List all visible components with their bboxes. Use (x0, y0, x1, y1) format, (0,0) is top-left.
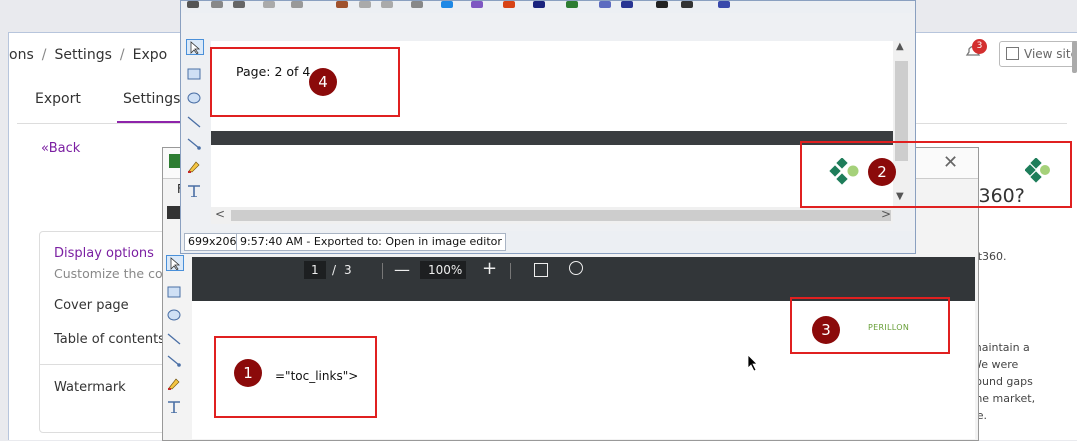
annotation-box-2 (800, 141, 1072, 208)
view-site-button[interactable]: View site (999, 41, 1077, 67)
current-page[interactable]: 1 (311, 263, 319, 277)
drawing-tools (162, 252, 188, 439)
text-tool-icon[interactable] (186, 183, 202, 197)
tool-icon[interactable] (503, 1, 515, 8)
drawing-tools (183, 37, 205, 232)
chevron-right-icon[interactable]: > (881, 207, 891, 221)
annotation-box-4 (210, 47, 400, 117)
canvas-page-area[interactable] (211, 145, 893, 207)
text-tool-icon[interactable] (166, 399, 182, 413)
zoom-in-button[interactable]: + (482, 258, 497, 279)
tool-icon[interactable] (411, 1, 423, 8)
tool-icon[interactable] (533, 1, 545, 8)
notification-badge: 3 (972, 39, 987, 54)
tool-icon[interactable] (211, 1, 223, 8)
tool-icon[interactable] (263, 1, 275, 8)
breadcrumb-item[interactable]: Expo (133, 47, 168, 63)
callout-4: 4 (309, 68, 337, 96)
ellipse-icon[interactable] (166, 308, 182, 322)
scroll-thumb[interactable] (231, 210, 891, 221)
tab-export[interactable]: Export (35, 91, 81, 107)
breadcrumb-item[interactable]: Settings (54, 47, 111, 63)
body-paragraph: maintain a We were round gaps the market… (971, 341, 1036, 422)
option-cover-page[interactable]: Cover page (54, 298, 129, 313)
save-icon[interactable] (167, 206, 180, 219)
horizontal-scrollbar[interactable]: < > (211, 207, 893, 224)
tool-icon[interactable] (681, 1, 693, 8)
page-scrollbar[interactable] (1072, 41, 1077, 73)
tool-icon[interactable] (566, 1, 578, 8)
chevron-up-icon[interactable]: ▲ (896, 41, 904, 52)
tool-icon[interactable] (233, 1, 245, 8)
pointer-icon[interactable] (166, 255, 184, 271)
breadcrumb: ons / Settings / Expo (9, 47, 168, 63)
option-table-of-contents[interactable]: Table of contents (54, 332, 165, 347)
highlighter-icon[interactable] (186, 159, 202, 173)
option-watermark[interactable]: Watermark (54, 380, 126, 395)
external-link-icon (1006, 47, 1019, 60)
status-message[interactable]: 9:57:40 AM - Exported to: Open in image … (236, 233, 506, 251)
line-icon[interactable] (166, 332, 182, 346)
rectangle-icon[interactable] (186, 67, 202, 81)
rotate-icon[interactable] (569, 261, 583, 275)
callout-2: 2 (868, 158, 896, 186)
tool-icon[interactable] (599, 1, 611, 8)
pdf-toolbar: 1 / 3 — 100% + (192, 257, 975, 301)
zoom-level[interactable]: 100% (428, 263, 462, 277)
rectangle-icon[interactable] (166, 285, 182, 299)
zoom-out-button[interactable]: — (394, 260, 410, 279)
status-bar: 699x206 9:57:40 AM - Exported to: Open i… (181, 231, 915, 253)
tool-icon[interactable] (441, 1, 453, 8)
tool-icon[interactable] (718, 1, 730, 8)
image-size: 699x206 (184, 233, 241, 251)
back-link[interactable]: «Back (41, 141, 80, 156)
pointer-icon[interactable] (186, 39, 204, 55)
tool-icon[interactable] (471, 1, 483, 8)
tool-icon[interactable] (621, 1, 633, 8)
tool-icon[interactable] (656, 1, 668, 8)
chevron-left-icon[interactable]: < (215, 207, 225, 221)
display-options-subtitle: Customize the cov (54, 266, 170, 281)
tool-icon[interactable] (187, 1, 199, 8)
mouse-cursor-icon (747, 354, 758, 372)
ellipse-icon[interactable] (186, 91, 202, 105)
divider (382, 263, 383, 279)
tool-icon[interactable] (336, 1, 348, 8)
canvas-divider-band (211, 131, 893, 145)
fit-page-icon[interactable] (534, 263, 548, 277)
divider (510, 263, 511, 279)
tool-icon[interactable] (291, 1, 303, 8)
view-site-label: View site (1024, 47, 1077, 61)
callout-1: 1 (234, 359, 262, 387)
arrow-icon[interactable] (186, 137, 202, 151)
tab-settings[interactable]: Settings (117, 91, 187, 123)
display-options-title: Display options (54, 246, 154, 261)
line-icon[interactable] (186, 115, 202, 129)
tool-icon[interactable] (359, 1, 371, 8)
tool-icon[interactable] (381, 1, 393, 8)
editor-toolbar (181, 1, 915, 13)
page-separator: / (332, 263, 337, 277)
callout-3: 3 (812, 316, 840, 344)
highlighter-icon[interactable] (166, 376, 182, 390)
total-pages: 3 (344, 263, 352, 277)
arrow-icon[interactable] (166, 354, 182, 368)
image-editor-window: < > ▲ ▼ 699x206 9:57:40 AM - Exported to… (180, 0, 916, 254)
breadcrumb-item[interactable]: ons (9, 47, 34, 63)
